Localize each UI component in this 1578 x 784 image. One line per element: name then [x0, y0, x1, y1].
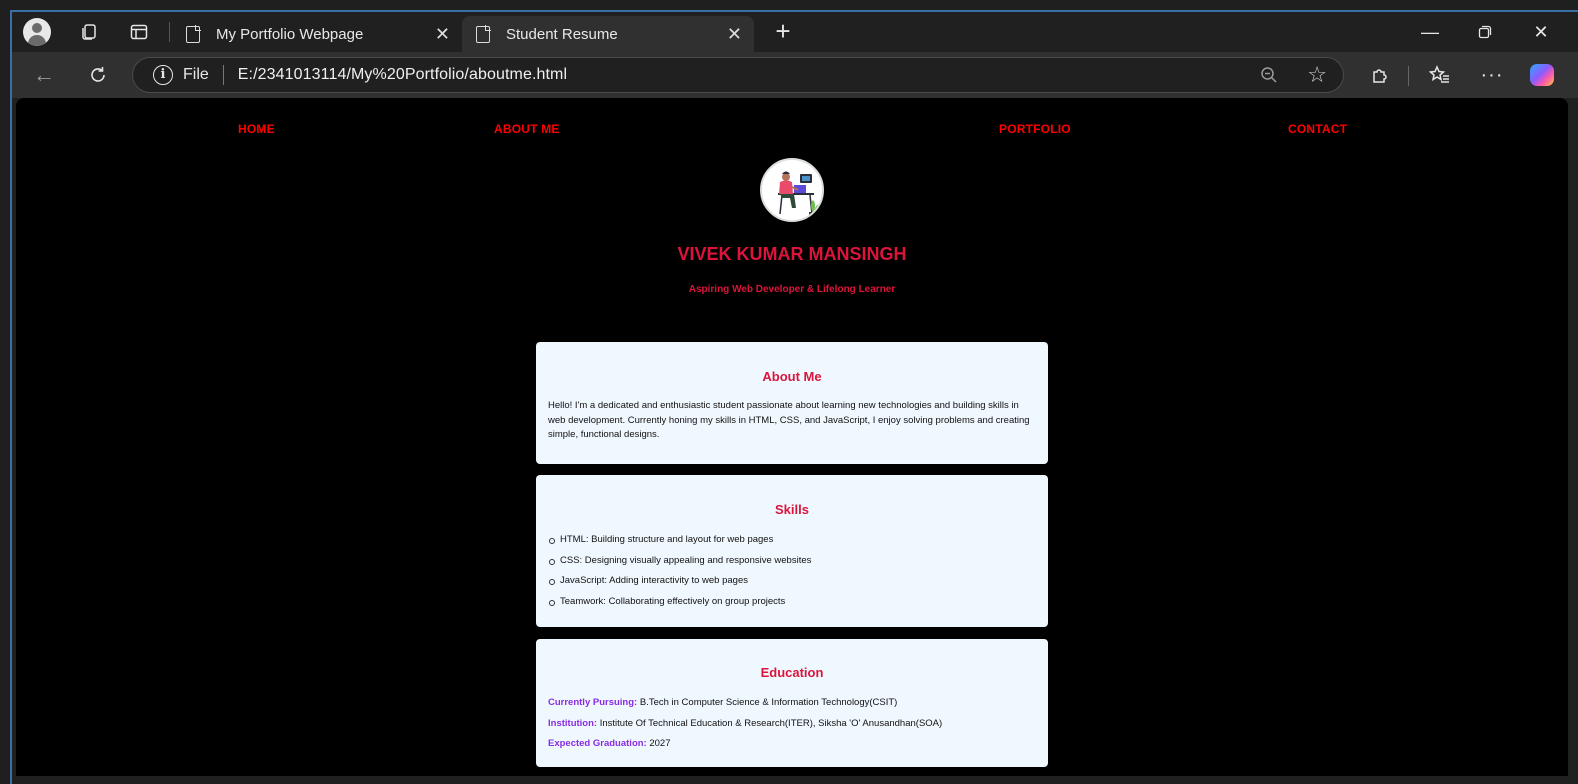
url-text[interactable]: E:/2341013114/My%20Portfolio/aboutme.htm…: [238, 66, 567, 84]
education-label: Expected Graduation:: [548, 738, 647, 749]
education-row: Institution: Institute Of Technical Educ…: [548, 714, 1036, 735]
more-icon[interactable]: ···: [1476, 60, 1508, 90]
tab-title: Student Resume: [506, 25, 618, 43]
about-me-card: About Me Hello! I'm a dedicated and enth…: [536, 342, 1048, 464]
site-navigation: HOME ABOUT ME PORTFOLIO CONTACT: [16, 122, 1568, 142]
vertical-tabs-icon[interactable]: [124, 18, 154, 46]
favorites-icon[interactable]: [1424, 60, 1456, 90]
education-label: Currently Pursuing:: [548, 697, 638, 708]
address-toolbar: ← i File E:/2341013114/My%20Portfolio/ab…: [12, 52, 1578, 98]
page-icon: [186, 24, 201, 43]
education-row: Expected Graduation: 2027: [548, 734, 1036, 755]
tab-my-portfolio[interactable]: My Portfolio Webpage ✕: [172, 16, 462, 52]
close-window-icon[interactable]: ✕: [1518, 18, 1564, 46]
minimize-icon[interactable]: —: [1407, 18, 1453, 46]
restore-icon[interactable]: [1462, 18, 1508, 46]
list-item: CSS: Designing visually appealing and re…: [548, 551, 1036, 572]
scheme-label: File: [183, 66, 209, 83]
nav-link-portfolio[interactable]: PORTFOLIO: [999, 122, 1071, 136]
back-arrow-icon[interactable]: ←: [28, 60, 60, 90]
nav-link-contact[interactable]: CONTACT: [1288, 122, 1347, 136]
tab-strip: My Portfolio Webpage ✕ Student Resume ✕ …: [12, 12, 1578, 52]
profile-icon[interactable]: [22, 18, 52, 46]
reload-icon[interactable]: [82, 60, 114, 90]
tab-title: My Portfolio Webpage: [216, 25, 364, 43]
page-viewport: HOME ABOUT ME PORTFOLIO CONTACT VIVEK KU…: [16, 98, 1568, 776]
list-item: JavaScript: Adding interactivity to web …: [548, 571, 1036, 592]
toolbar-separator: [1408, 66, 1409, 86]
person-name: VIVEK KUMAR MANSINGH: [677, 244, 907, 264]
education-heading: Education: [760, 665, 824, 680]
education-value: Institute Of Technical Education & Resea…: [597, 717, 943, 729]
workspaces-icon[interactable]: [74, 18, 104, 46]
close-icon[interactable]: ✕: [435, 24, 450, 44]
address-bar[interactable]: i File E:/2341013114/My%20Portfolio/abou…: [132, 57, 1344, 93]
list-item: HTML: Building structure and layout for …: [548, 530, 1036, 551]
education-label: Institution:: [548, 717, 598, 729]
close-icon[interactable]: ✕: [727, 24, 742, 44]
about-me-text: Hello! I'm a dedicated and enthusiastic …: [548, 400, 1030, 440]
plus-icon[interactable]: +: [768, 18, 798, 46]
copilot-icon[interactable]: [1526, 60, 1558, 90]
puzzle-icon[interactable]: [1364, 60, 1396, 90]
browser-window: My Portfolio Webpage ✕ Student Resume ✕ …: [10, 10, 1578, 784]
skills-heading: Skills: [775, 502, 809, 517]
education-row: Currently Pursuing: B.Tech in Computer S…: [548, 693, 1036, 714]
about-me-heading: About Me: [762, 369, 822, 384]
tab-student-resume[interactable]: Student Resume ✕: [462, 16, 754, 52]
tab-separator: [169, 22, 170, 42]
star-icon[interactable]: ☆: [1307, 62, 1327, 88]
education-card: Education Currently Pursuing: B.Tech in …: [536, 639, 1048, 767]
list-item: Teamwork: Collaborating effectively on g…: [548, 592, 1036, 613]
skills-list: HTML: Building structure and layout for …: [548, 530, 1036, 612]
zoom-out-icon[interactable]: [1259, 65, 1279, 90]
tagline: Aspiring Web Developer & Lifelong Learne…: [688, 284, 896, 295]
education-value: 2027: [646, 738, 671, 749]
education-value: B.Tech in Computer Science & Information…: [637, 697, 898, 708]
nav-link-home[interactable]: HOME: [238, 122, 275, 136]
education-rows: Currently Pursuing: B.Tech in Computer S…: [548, 693, 1036, 755]
page-icon: [476, 24, 491, 43]
profile-illustration: [760, 158, 824, 222]
info-icon[interactable]: i: [153, 65, 173, 85]
nav-link-about-me[interactable]: ABOUT ME: [494, 122, 560, 136]
skills-card: Skills HTML: Building structure and layo…: [536, 475, 1048, 627]
omnibox-separator: [222, 65, 224, 85]
